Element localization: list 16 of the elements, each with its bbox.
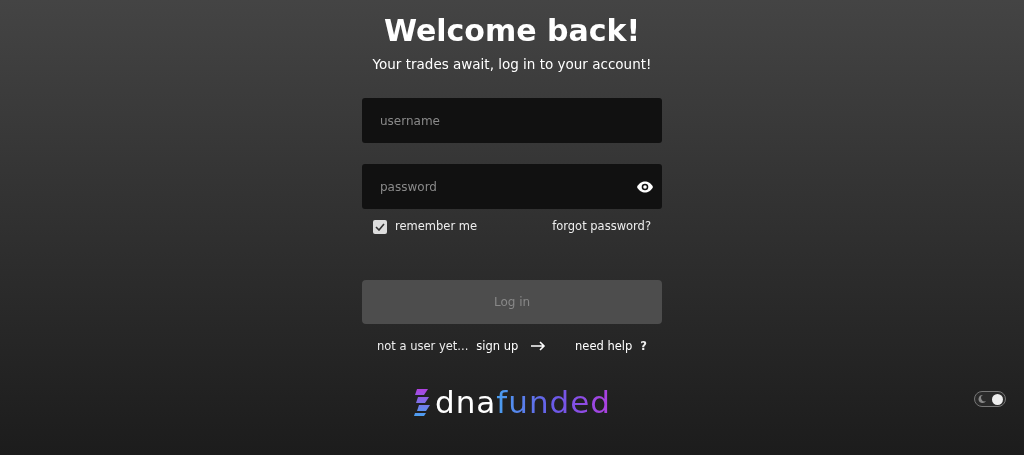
page-title: Welcome back! [382,12,642,50]
help-link[interactable]: need help [575,337,633,355]
forgot-password-link[interactable]: forgot password? [552,218,651,236]
logo-icon [413,387,431,418]
help-mark[interactable]: ? [640,337,647,355]
username-field[interactable]: username [362,98,662,144]
password-field[interactable]: password [362,164,662,210]
remember-label: remember me [395,218,478,236]
theme-toggle[interactable] [974,391,1006,407]
signup-prompt: not a user yet... [377,337,469,355]
eye-icon[interactable] [636,180,654,193]
moon-icon [977,394,987,404]
remember-checkbox[interactable] [373,219,387,234]
subtitle: Your trades await, log in to your account! [371,55,653,74]
signup-link[interactable]: sign up [476,337,519,355]
arrow-icon[interactable] [530,341,547,352]
